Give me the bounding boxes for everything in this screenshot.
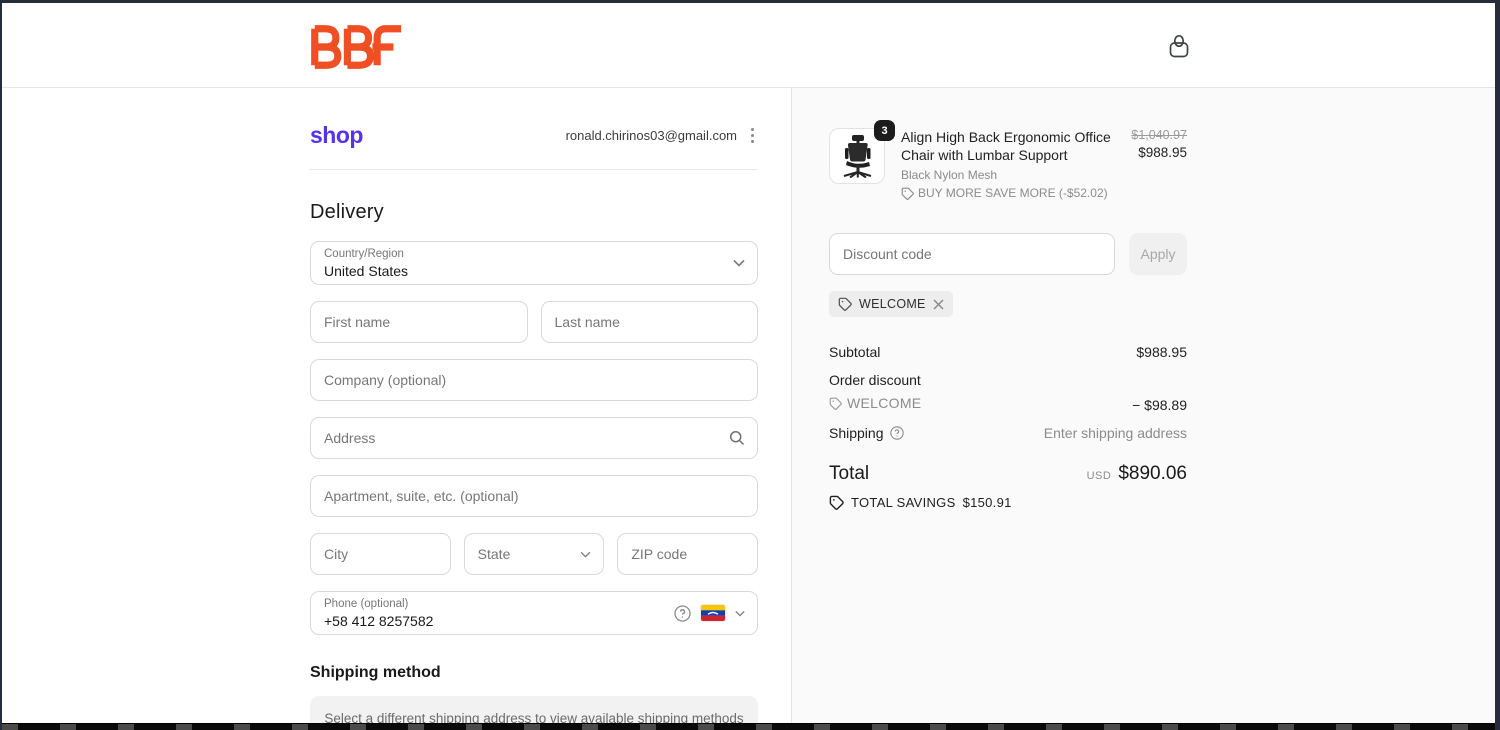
delivery-title: Delivery [310,201,384,223]
first-name-input[interactable] [311,302,527,342]
quantity-badge: 3 [874,120,895,141]
apartment-field [310,475,758,517]
office-chair-image [843,135,872,178]
account-menu-button[interactable] [747,124,758,147]
order-discount-label: Order discount [829,372,921,389]
total-row: Total USD $890.06 [829,463,1187,485]
chevron-down-icon [733,259,745,267]
tag-icon [838,298,852,312]
kebab-dot [751,140,754,143]
tag-icon [829,397,842,410]
store-logo[interactable] [310,23,404,76]
currency-code: USD [1086,469,1112,482]
last-name-field [540,301,758,343]
tag-icon [901,187,914,200]
zip-input[interactable] [618,534,758,574]
last-name-input[interactable] [541,302,757,342]
item-original-price: $1,040.97 [1131,128,1187,142]
shipping-row: Shipping Enter shipping address [829,425,1187,441]
subtotal-row: Subtotal $988.95 [829,344,1187,360]
first-name-field [310,301,528,343]
account-email: ronald.chirinos03@gmail.com [565,128,737,143]
remove-discount-button[interactable] [933,299,944,310]
discount-code-input[interactable] [830,234,1114,275]
apply-discount-button[interactable]: Apply [1129,233,1187,276]
state-placeholder: State [477,546,511,562]
tag-icon [829,495,844,510]
subtotal-value: $988.95 [1136,344,1187,361]
order-discount-amount: − $98.89 [1132,396,1187,413]
country-flag-venezuela-icon[interactable] [701,605,725,621]
company-field [310,359,758,401]
shopping-bag-icon [1169,34,1189,57]
order-discount-row: Order discount [829,372,1187,388]
applied-discount-code: WELCOME [859,297,926,312]
phone-field: Phone (optional) [310,591,758,635]
venezuela-flag-svg [701,605,725,621]
shipping-method-title: Shipping method [310,664,441,681]
help-icon[interactable] [674,604,691,622]
total-label: Total [829,462,870,484]
cart-button[interactable] [1165,32,1193,60]
state-select[interactable]: State [463,533,605,575]
viewport-bottom-edge [2,723,1495,730]
address-input[interactable] [311,418,757,458]
savings-label: TOTAL SAVINGS [851,494,956,510]
shop-pay-logo[interactable]: shop [310,122,363,149]
shipping-label: Shipping [829,424,884,441]
city-field [310,533,451,575]
help-icon[interactable] [889,426,904,440]
city-input[interactable] [311,534,450,574]
order-discount-code-row: WELCOME − $98.89 [829,395,1187,413]
discount-code-field [829,233,1115,276]
kebab-dot [751,134,754,137]
address-field [310,417,758,459]
item-discount-tag: BUY MORE SAVE MORE (-$52.02) [918,186,1108,201]
search-icon [729,430,745,446]
company-input[interactable] [311,360,757,400]
savings-value: $150.91 [962,494,1012,510]
account-row: shop ronald.chirinos03@gmail.com [310,122,758,170]
applied-discount-chip: WELCOME [829,291,953,318]
country-value: United States [324,263,409,279]
chevron-down-icon[interactable] [735,610,745,617]
zip-field [617,533,759,575]
shipping-value: Enter shipping address [1043,424,1187,441]
close-icon [933,299,944,310]
country-select[interactable]: Country/Region United States [310,241,758,285]
item-price: $988.95 [1138,145,1187,160]
product-title: Align High Back Ergonomic Office Chair w… [901,129,1111,164]
total-value: $890.06 [1118,462,1187,484]
order-summary-pane: 3 Align High Back Ergonomic Office Chair… [791,88,1495,726]
bbf-logo-icon [311,25,402,69]
apartment-input[interactable] [311,476,757,516]
checkout-page: shop ronald.chirinos03@gmail.com Deliver… [0,0,1500,730]
subtotal-label: Subtotal [829,344,881,361]
checkout-form-pane: shop ronald.chirinos03@gmail.com Deliver… [2,88,791,730]
header [2,3,1495,88]
kebab-dot [751,128,754,131]
product-variant: Black Nylon Mesh [901,168,998,183]
line-item: 3 Align High Back Ergonomic Office Chair… [829,120,1187,201]
order-discount-code: WELCOME [847,395,922,412]
total-savings-row: TOTAL SAVINGS $150.91 [829,495,1187,510]
chevron-down-icon [580,551,591,558]
